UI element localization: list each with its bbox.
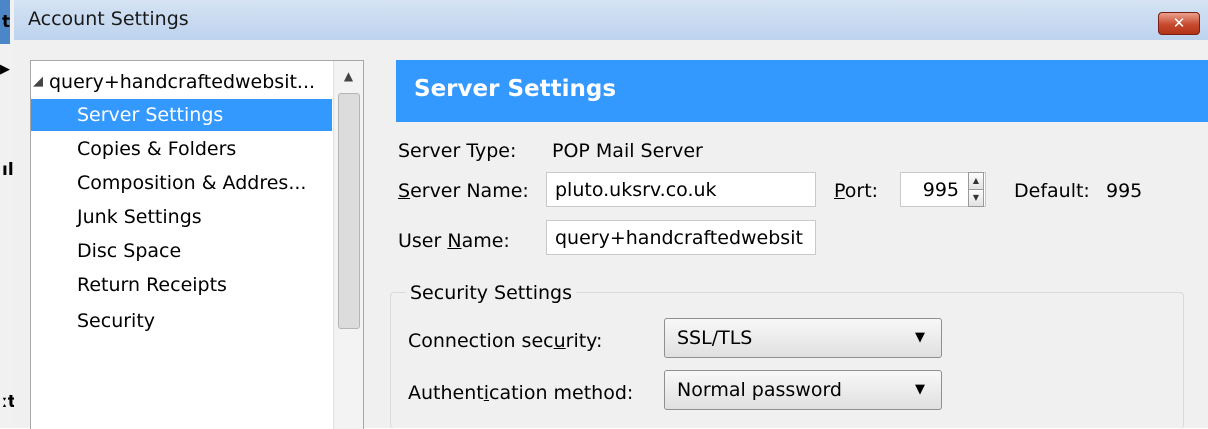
expand-triangle-icon[interactable]: ◢ [33, 68, 43, 96]
tree-item-label: Copies & Folders [77, 138, 237, 160]
spinner-up-icon[interactable]: ▲ [968, 172, 984, 190]
panel-header: Server Settings [396, 60, 1208, 122]
tree-item-label: Security [77, 310, 156, 332]
tree-item-junk-settings[interactable]: Junk Settings [31, 201, 332, 233]
tree-item-return-receipts[interactable]: Return Receipts [31, 269, 332, 301]
authentication-method-select[interactable]: Normal password ▼ [664, 370, 942, 410]
window-title: Account Settings [28, 8, 189, 30]
chevron-down-icon: ▼ [915, 330, 925, 345]
background-glyph: ıl [2, 160, 14, 180]
default-port-label: Default: [1014, 180, 1090, 202]
tree-item-composition[interactable]: Composition & Addres... [31, 167, 332, 199]
tree-item-server-settings[interactable]: Server Settings [31, 99, 332, 131]
title-bar[interactable]: Account Settings ✕ [14, 0, 1208, 40]
tree-item-label: Composition & Addres... [77, 172, 307, 194]
security-settings-legend: Security Settings [406, 282, 576, 304]
tree-item-label: Disc Space [77, 240, 182, 262]
tree-item-security[interactable]: Security [31, 305, 332, 337]
server-name-label: Server Name: [398, 180, 529, 202]
tree-scrollbar[interactable]: ▲ [333, 61, 363, 429]
server-name-input[interactable]: pluto.uksrv.co.uk [546, 172, 816, 207]
user-name-label: User Name: [398, 230, 510, 252]
spinner-down-icon[interactable]: ▼ [968, 189, 984, 207]
tree-item-disc-space[interactable]: Disc Space [31, 235, 332, 267]
user-name-label-rest: ame: [461, 230, 510, 252]
scroll-up-arrow-icon[interactable]: ▲ [334, 65, 363, 87]
authentication-method-label: Authentication method: [408, 382, 634, 404]
port-label: Port: [834, 180, 879, 202]
default-port-value: 995 [1106, 180, 1143, 202]
tree-item-label: Junk Settings [77, 206, 202, 228]
background-arrow-icon: ▶ [0, 62, 10, 77]
chevron-down-icon: ▼ [915, 382, 925, 397]
close-icon: ✕ [1172, 14, 1186, 32]
user-name-input[interactable]: query+handcraftedwebsit [546, 220, 816, 255]
background-window-strip: t ▶ ıl ːt [0, 0, 16, 428]
port-label-rest: ort: [844, 180, 879, 202]
server-name-label-rest: erver Name: [410, 180, 529, 202]
connection-security-label: Connection security: [408, 330, 603, 352]
background-glyph: t [2, 12, 11, 32]
tree-item-label: Server Settings [77, 104, 224, 126]
tree-item-label: Return Receipts [77, 274, 227, 296]
scrollbar-thumb[interactable] [338, 93, 360, 329]
account-tree[interactable]: ◢ query+handcraftedwebsit... Server Sett… [30, 60, 364, 429]
port-spinner[interactable]: ▲ ▼ [968, 172, 984, 207]
panel-title: Server Settings [414, 76, 617, 102]
connection-security-value: SSL/TLS [677, 327, 753, 349]
server-type-value: POP Mail Server [552, 140, 703, 162]
close-button[interactable]: ✕ [1158, 12, 1200, 35]
tree-account-label: query+handcraftedwebsit... [49, 71, 316, 93]
server-type-label: Server Type: [398, 140, 517, 162]
tree-item-copies-folders[interactable]: Copies & Folders [31, 133, 332, 165]
connection-security-select[interactable]: SSL/TLS ▼ [664, 318, 942, 358]
tree-account-root[interactable]: ◢ query+handcraftedwebsit... [31, 68, 332, 96]
authentication-method-value: Normal password [677, 379, 842, 401]
